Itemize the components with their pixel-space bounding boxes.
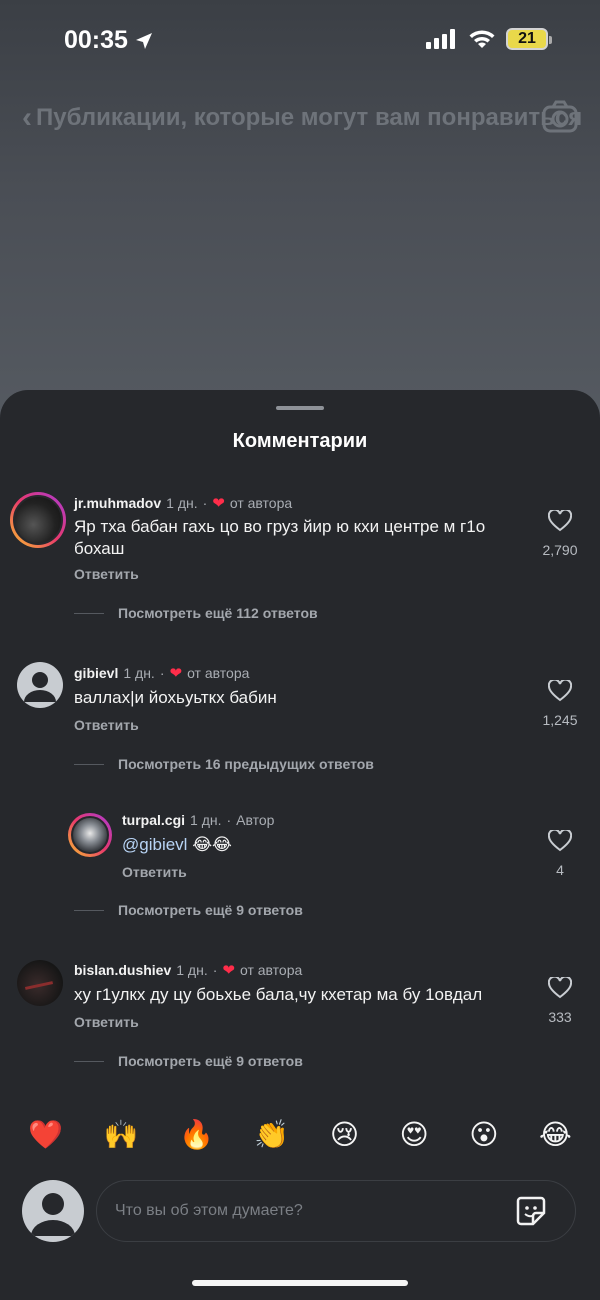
emoji-heart-eyes[interactable]: 😍	[400, 1118, 429, 1158]
comment-age: 1 дн.	[166, 495, 198, 511]
comment-text: валлах|и йохьуьткх бабин	[74, 688, 277, 707]
reply-button[interactable]: Ответить	[74, 717, 139, 733]
reply-button[interactable]: Ответить	[122, 864, 187, 880]
emoji-surprised[interactable]: 😮	[469, 1118, 498, 1158]
comment-age: 1 дн.	[176, 962, 208, 978]
comment-input[interactable]: Что вы об этом думаете?	[96, 1180, 576, 1242]
reply-button[interactable]: Ответить	[74, 1014, 139, 1030]
reply-button[interactable]: Ответить	[74, 566, 139, 582]
avatar[interactable]	[17, 662, 63, 708]
author-heart-icon: ❤	[169, 665, 183, 682]
comment-username[interactable]: jr.muhmadov	[74, 495, 161, 511]
like-count: 2,790	[542, 542, 578, 558]
comment-input-placeholder: Что вы об этом думаете?	[115, 1202, 303, 1219]
battery-level: 21	[518, 30, 536, 47]
comment-meta: turpal.cgi 1 дн. · Автор	[122, 812, 274, 828]
comment-age: 1 дн.	[190, 812, 222, 828]
meta-separator: ·	[212, 962, 218, 978]
heart-outline-icon	[548, 830, 572, 852]
view-replies-label: Посмотреть ещё 9 ответов	[118, 1053, 303, 1069]
sticker-icon[interactable]	[515, 1195, 547, 1227]
clock: 00:35	[64, 26, 128, 54]
avatar[interactable]	[68, 813, 112, 857]
comment-emoji: 😂😂	[192, 835, 232, 854]
meta-separator: ·	[226, 812, 232, 828]
heart-outline-icon	[548, 977, 572, 999]
emoji-heart[interactable]: ❤️	[28, 1118, 63, 1158]
default-avatar-icon	[24, 672, 56, 702]
home-indicator[interactable]	[192, 1280, 408, 1286]
comment-composer: Что вы об этом думаете?	[0, 1178, 600, 1248]
location-arrow-icon	[135, 32, 152, 49]
default-avatar-icon	[31, 1193, 75, 1236]
sheet-title: Комментарии	[232, 430, 368, 452]
view-replies-button[interactable]: Посмотреть ещё 112 ответов	[74, 605, 318, 621]
divider	[74, 1060, 104, 1062]
author-badge: от автора	[239, 962, 303, 978]
like-count: 333	[548, 1009, 572, 1025]
comment-meta: jr.muhmadov 1 дн. · ❤ от автора	[74, 494, 292, 512]
view-replies-label: Посмотреть 16 предыдущих ответов	[118, 756, 374, 772]
like-count: 4	[556, 862, 564, 878]
comment-text: ху г1улкх ду цу боьхье бала,чу кхетар ма…	[74, 985, 483, 1004]
emoji-clap[interactable]: 👏	[254, 1118, 289, 1158]
comment-text: @gibievl 😂😂	[122, 834, 522, 856]
meta-separator: ·	[202, 495, 208, 511]
background-title: Публикации, которые могут вам понравитьс…	[36, 104, 582, 131]
view-replies-label: Посмотреть ещё 9 ответов	[118, 902, 303, 918]
back-chevron-icon: ‹	[22, 101, 32, 134]
comment-meta: bislan.dushiev 1 дн. · ❤ от автора	[74, 961, 302, 979]
status-indicators: 21	[426, 28, 552, 50]
comment-username[interactable]: turpal.cgi	[122, 812, 185, 828]
signal-icon	[426, 29, 455, 49]
like-button[interactable]: 333	[530, 977, 590, 1025]
like-button[interactable]: 2,790	[530, 510, 590, 558]
author-badge: от автора	[229, 495, 293, 511]
emoji-joy[interactable]: 😂	[539, 1118, 572, 1158]
like-button[interactable]: 4	[530, 830, 590, 878]
view-replies-label: Посмотреть ещё 112 ответов	[118, 605, 318, 621]
author-badge: от автора	[187, 665, 250, 681]
camera-icon	[542, 100, 578, 133]
emoji-reaction-bar: ❤️ 🙌 🔥 👏 😢 😍 😮 😂	[0, 1118, 600, 1158]
like-button[interactable]: 1,245	[530, 680, 590, 728]
comment-username[interactable]: bislan.dushiev	[74, 962, 171, 978]
author-heart-icon: ❤	[212, 495, 225, 512]
avatar[interactable]	[17, 960, 63, 1006]
emoji-crying[interactable]: 😢	[330, 1118, 359, 1158]
status-time: 00:35	[64, 26, 154, 55]
background-header: ‹ Публикации, которые могут вам понравит…	[22, 100, 582, 136]
emoji-fire[interactable]: 🔥	[179, 1118, 214, 1158]
divider	[74, 763, 104, 765]
view-replies-button[interactable]: Посмотреть 16 предыдущих ответов	[74, 756, 374, 772]
heart-outline-icon	[548, 510, 572, 532]
view-replies-button[interactable]: Посмотреть ещё 9 ответов	[74, 902, 303, 918]
my-avatar	[22, 1180, 84, 1242]
author-heart-icon: ❤	[222, 962, 235, 979]
divider	[74, 612, 104, 614]
comment-username[interactable]: gibievl	[74, 665, 118, 681]
author-badge: Автор	[236, 812, 275, 828]
comment-text: Яр тха бабан гахь цо во груз йир ю кхи ц…	[74, 517, 486, 558]
status-bar: 00:35 21	[0, 0, 600, 80]
like-count: 1,245	[542, 712, 578, 728]
mention-link[interactable]: @gibievl	[122, 835, 187, 854]
emoji-raised-hands[interactable]: 🙌	[104, 1118, 139, 1158]
divider	[74, 909, 104, 911]
sheet-grabber[interactable]	[276, 406, 324, 410]
heart-outline-icon	[548, 680, 572, 702]
meta-separator: ·	[159, 665, 165, 681]
avatar[interactable]	[10, 492, 66, 548]
wifi-icon	[469, 30, 495, 48]
comment-meta: gibievl 1 дн. · ❤ от автора	[74, 664, 249, 682]
view-replies-button[interactable]: Посмотреть ещё 9 ответов	[74, 1053, 303, 1069]
comment-age: 1 дн.	[123, 665, 155, 681]
battery-indicator: 21	[506, 28, 552, 50]
